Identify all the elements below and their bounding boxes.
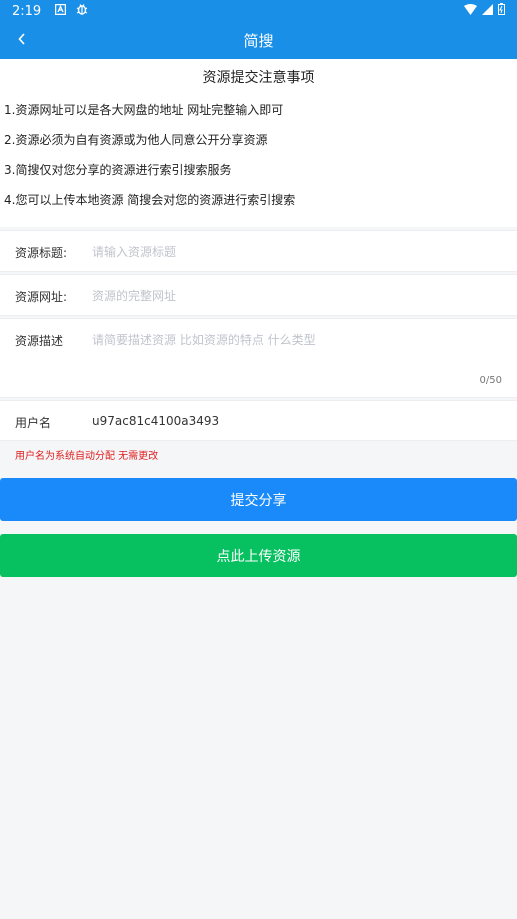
description-counter: 0/50 xyxy=(479,375,502,386)
bug-icon xyxy=(76,3,88,19)
title-input[interactable] xyxy=(92,243,492,261)
username-hint: 用户名为系统自动分配 无需更改 xyxy=(15,451,159,462)
back-button[interactable] xyxy=(10,28,34,52)
notice-item: 3.简搜仅对您分享的资源进行索引搜索服务 xyxy=(4,163,232,177)
title-label: 资源标题: xyxy=(15,246,68,260)
notice-panel: 资源提交注意事项 1.资源网址可以是各大网盘的地址 网址完整输入即可 2.资源必… xyxy=(0,59,517,227)
wifi-icon xyxy=(464,3,477,19)
status-time: 2:19 xyxy=(12,3,42,19)
url-label: 资源网址: xyxy=(15,290,68,304)
status-bar: 2:19 xyxy=(0,0,517,22)
description-textarea[interactable] xyxy=(92,331,492,371)
battery-icon xyxy=(498,3,505,19)
description-label: 资源描述 xyxy=(15,334,64,348)
notice-item: 1.资源网址可以是各大网盘的地址 网址完整输入即可 xyxy=(4,103,284,117)
notice-item: 2.资源必须为自有资源或为他人同意公开分享资源 xyxy=(4,133,268,147)
submit-share-button[interactable]: 提交分享 xyxy=(0,478,517,521)
notice-title: 资源提交注意事项 xyxy=(202,70,315,86)
username-row: 用户名 u97ac81c4100a3493 xyxy=(0,400,517,441)
url-field-row: 资源网址: xyxy=(0,274,517,316)
status-icons-right xyxy=(464,3,505,19)
description-field-row: 资源描述 0/50 xyxy=(0,318,517,398)
app-bar: 简搜 xyxy=(0,22,517,59)
upload-resource-button[interactable]: 点此上传资源 xyxy=(0,534,517,577)
chevron-left-icon xyxy=(17,31,27,50)
page-title: 简搜 xyxy=(243,32,274,50)
notice-item: 4.您可以上传本地资源 简搜会对您的资源进行索引搜索 xyxy=(4,193,296,207)
status-icons-left xyxy=(54,3,88,19)
url-input[interactable] xyxy=(92,287,492,305)
signal-icon xyxy=(482,3,493,19)
username-label: 用户名 xyxy=(15,416,52,430)
notification-a-icon xyxy=(54,3,67,19)
username-value: u97ac81c4100a3493 xyxy=(92,414,220,428)
title-field-row: 资源标题: xyxy=(0,230,517,272)
